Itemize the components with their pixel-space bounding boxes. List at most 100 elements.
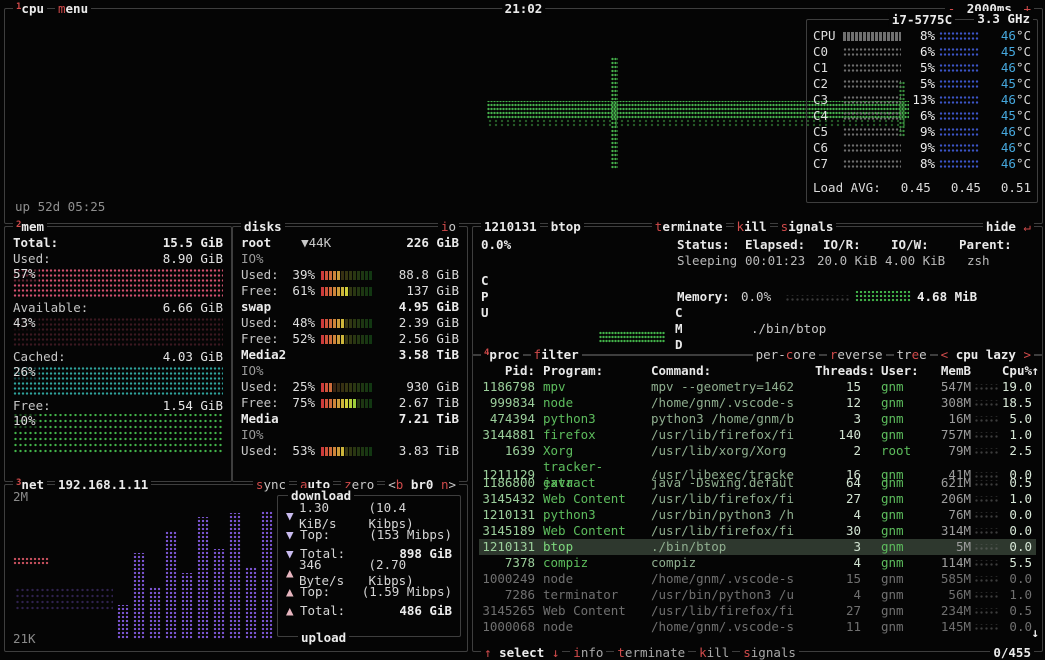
process-cpu-percent: 1.0: [1001, 491, 1034, 507]
menu-hotkey: m: [58, 1, 66, 16]
disk-meter: [321, 271, 373, 280]
menu-button[interactable]: menu: [55, 1, 91, 16]
disk-row-percent: 52%: [285, 331, 315, 347]
process-row[interactable]: 999834 node /home/gnm/.vscode-s 12 gnm 3…: [479, 395, 1036, 411]
process-pid: 3144881: [479, 427, 543, 443]
network-panel: 3net 192.168.1.11 sync auto zero <b br0 …: [4, 484, 468, 652]
process-mem-graph: [971, 480, 1001, 487]
per-core-toggle[interactable]: per-core: [753, 347, 819, 362]
process-threads: 30: [815, 523, 867, 539]
process-mem-graph: [971, 384, 1001, 391]
scroll-up-arrow[interactable]: ↑: [1031, 363, 1039, 379]
process-pid: 1639: [479, 443, 543, 459]
net-stat-value: 486 GiB: [399, 603, 452, 619]
memory-panel: 2mem Total:15.5 GiB Used:8.90 GiB 57% Av…: [4, 226, 232, 482]
net-stat-line: ▲ 346 Byte/s (2.70 Kibps): [286, 563, 452, 582]
process-row[interactable]: 7286 terminator /usr/bin/python3 /u 4 gn…: [479, 587, 1036, 603]
reverse-toggle[interactable]: reverse: [827, 347, 886, 362]
sync-toggle[interactable]: sync: [253, 477, 289, 492]
core-usage-graph: [843, 128, 901, 137]
core-usage-graph: [843, 160, 901, 169]
process-row[interactable]: 474394 python3 python3 /home/gnm/b 3 gnm…: [479, 411, 1036, 427]
disk-row-label: Used:: [241, 379, 285, 395]
cpu-core-row: CPU 8% 46°C: [813, 28, 1031, 44]
process-row[interactable]: 3145265 Web Content /usr/lib/firefox/fi …: [479, 603, 1036, 619]
core-name: C1: [813, 60, 843, 76]
kill-footer-button[interactable]: kill: [696, 645, 732, 660]
process-user: gnm: [867, 587, 923, 603]
io-mode-toggle[interactable]: io: [438, 219, 459, 234]
core-temp-graph: [939, 96, 979, 105]
process-row[interactable]: 3145189 Web Content /usr/lib/firefox/fi …: [479, 523, 1036, 539]
process-command: /usr/lib/xorg/Xorg: [651, 443, 815, 459]
process-row[interactable]: 7378 compiz compiz 4 gnm 114M 5.5: [479, 555, 1036, 571]
disk-row-label: swap: [241, 299, 271, 315]
process-row[interactable]: 1000249 node /home/gnm/.vscode-s 15 gnm …: [479, 571, 1036, 587]
disk-row-label: Media: [241, 411, 279, 427]
detail-status-header: Status:: [677, 237, 730, 253]
process-row[interactable]: 1186798 mpv mpv --geometry=1462 15 gnm 5…: [479, 379, 1036, 395]
cmd-vertical-label: M: [675, 321, 683, 337]
process-row[interactable]: 1210131 python3 /usr/bin/python3 /h 4 gn…: [479, 507, 1036, 523]
detail-cpu-graph: [599, 331, 665, 343]
sort-prev-button[interactable]: <: [941, 347, 949, 362]
process-row[interactable]: 1186800 java java -Dswing.defaul 64 gnm …: [479, 475, 1036, 491]
process-user: gnm: [867, 507, 923, 523]
process-row[interactable]: 3145432 Web Content /usr/lib/firefox/fi …: [479, 491, 1036, 507]
process-program: compiz: [543, 555, 651, 571]
process-program: java: [543, 475, 651, 491]
mem-cached-percent: 26%: [13, 364, 39, 380]
disk-row-label: Free:: [241, 331, 285, 347]
tree-toggle[interactable]: tree: [894, 347, 930, 362]
terminate-button[interactable]: terminate: [652, 219, 726, 234]
process-mem-graph: [971, 496, 1001, 503]
disk-row: IO%: [241, 251, 459, 267]
direction-arrow-icon: ▲: [286, 603, 300, 619]
detail-memory-label: Memory:: [677, 289, 730, 305]
sort-next-button[interactable]: >: [1023, 347, 1031, 362]
core-usage-graph: [843, 32, 901, 41]
filter-button[interactable]: filter: [531, 347, 582, 362]
process-program: Web Content: [543, 491, 651, 507]
disk-row-value: 3.83 TiB: [399, 443, 459, 459]
process-cpu-percent: 0.0: [1001, 539, 1034, 555]
info-button[interactable]: info: [570, 645, 606, 660]
disk-row: Media2 3.58 TiB: [241, 347, 459, 363]
disk-row-label: Media2: [241, 347, 286, 363]
process-row[interactable]: 1000068 node /home/gnm/.vscode-s 11 gnm …: [479, 619, 1036, 635]
signals-footer-button[interactable]: signals: [740, 645, 799, 660]
core-name: C5: [813, 124, 843, 140]
cpu-core-row: C2 5% 45°C: [813, 76, 1031, 92]
process-cpu-percent: 18.5: [1001, 395, 1034, 411]
hide-button[interactable]: hide ↵: [983, 219, 1034, 234]
disk-row: Free: 52% 2.56 GiB: [241, 331, 459, 347]
enter-key-icon: ↵: [1023, 219, 1031, 234]
select-nav-control[interactable]: ↑ select ↓: [481, 645, 562, 660]
load-average-label: Load AVG:: [813, 180, 881, 196]
interface-selector[interactable]: <b br0 n>: [385, 477, 459, 492]
process-command: compiz: [651, 555, 815, 571]
core-name: C2: [813, 76, 843, 92]
disk-list: root ▼44K 226 GiB IO% Used: 39% 88.8 GiB…: [241, 235, 459, 475]
cpu-core-row: C7 8% 46°C: [813, 156, 1031, 172]
process-mem-graph: [971, 624, 1001, 631]
process-mem-graph: [971, 432, 1001, 439]
terminate-footer-button[interactable]: terminate: [614, 645, 688, 660]
process-row[interactable]: 3144881 firefox /usr/lib/firefox/fi 140 …: [479, 427, 1036, 443]
process-user: gnm: [867, 395, 923, 411]
disks-panel: disks io root ▼44K 226 GiB IO% Used: 39%…: [232, 226, 468, 482]
kill-button[interactable]: kill: [734, 219, 770, 234]
process-row[interactable]: 1639 Xorg /usr/lib/xorg/Xorg 2 root 79M …: [479, 443, 1036, 459]
process-details-panel: 1210131 btop terminate kill signals hide…: [472, 226, 1043, 356]
signals-button[interactable]: signals: [778, 219, 837, 234]
process-user: gnm: [867, 555, 923, 571]
disk-row-label: root: [241, 235, 271, 251]
process-row[interactable]: 1210131 btop ./bin/btop 3 gnm 5M 0.0: [479, 539, 1036, 555]
core-usage-percent: 9%: [905, 140, 935, 156]
disk-row-percent: 75%: [285, 395, 315, 411]
core-name: CPU: [813, 28, 843, 44]
disk-row-percent: 53%: [285, 443, 315, 459]
process-row[interactable]: 1211129 tracker-extract /usr/libexec/tra…: [479, 459, 1036, 475]
core-temperature: 46°C: [983, 92, 1031, 108]
process-memory: 16M: [923, 411, 971, 427]
